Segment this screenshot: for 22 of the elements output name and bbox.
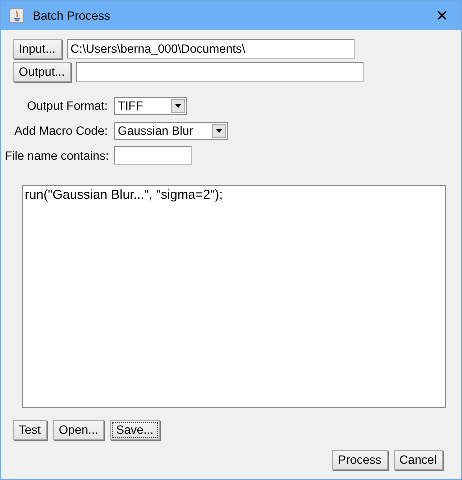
dialog-button[interactable]: Cancel xyxy=(394,450,443,470)
filename-field[interactable] xyxy=(114,146,192,165)
macro-button[interactable]: Test xyxy=(13,420,48,440)
macro-button[interactable]: Save... xyxy=(110,420,160,440)
option-label: Add Macro Code: xyxy=(14,124,108,138)
output-field[interactable] xyxy=(76,62,364,82)
dropdown-arrow-icon xyxy=(216,128,222,132)
dialog-button[interactable]: Process xyxy=(332,450,388,470)
output-button[interactable]: Output... xyxy=(13,62,72,82)
dropdown[interactable]: TIFF xyxy=(114,96,187,114)
window-title: Batch Process xyxy=(33,8,112,22)
dropdown[interactable]: Gaussian Blur xyxy=(114,122,228,140)
dropdown-arrow-icon xyxy=(174,104,182,108)
macro-code: run("Gaussian Blur...", "sigma=2"); xyxy=(25,187,224,202)
app-icon xyxy=(9,8,25,24)
input-field[interactable]: C:\Users\berna_000\Documents\ xyxy=(66,39,355,59)
macro-button[interactable]: Open... xyxy=(53,420,104,440)
input-button[interactable]: Input... xyxy=(13,39,62,59)
macro-editor[interactable]: run("Gaussian Blur...", "sigma=2"); xyxy=(22,185,446,408)
option-label: Output Format: xyxy=(26,98,108,112)
close-button[interactable]: ✕ xyxy=(432,6,453,24)
option-label: File name contains: xyxy=(5,148,108,162)
